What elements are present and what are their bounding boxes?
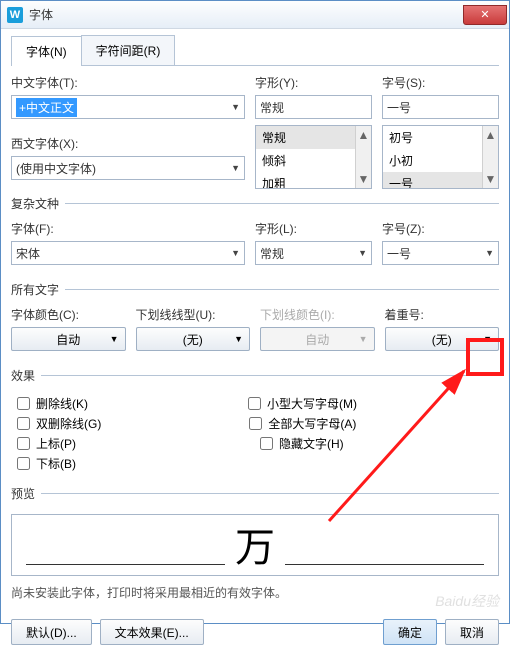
tab-font[interactable]: 字体(N): [11, 36, 82, 66]
font-color-value: 自动: [56, 331, 80, 348]
cf-font-value: 宋体: [16, 245, 40, 262]
watermark: Baidu经验: [435, 591, 499, 611]
cancel-button[interactable]: 取消: [445, 619, 499, 645]
tab-strip: 字体(N) 字符间距(R): [11, 35, 499, 66]
scrollbar[interactable]: ▲▼: [482, 126, 498, 188]
font-color-combo[interactable]: 自动 ▼: [11, 327, 126, 351]
size-listbox[interactable]: 初号 小初 一号 ▲▼: [382, 125, 499, 189]
preview-legend: 预览: [11, 485, 41, 502]
cf-font-select[interactable]: 宋体 ▼: [11, 241, 245, 265]
close-button[interactable]: ✕: [463, 5, 507, 25]
ulcolor-combo: 自动 ▼: [260, 327, 375, 351]
ok-button[interactable]: 确定: [383, 619, 437, 645]
cf-style-select[interactable]: 常规 ▼: [255, 241, 372, 265]
cf-size-label: 字号(Z):: [382, 220, 499, 237]
list-item[interactable]: 倾斜: [256, 149, 371, 172]
textfx-button[interactable]: 文本效果(E)...: [100, 619, 204, 645]
chevron-down-icon: ▼: [483, 334, 492, 344]
dialog-body: 字体(N) 字符间距(R) 中文字体(T): +中文正文 ▼ 字形(Y): 常规…: [1, 29, 509, 655]
list-item[interactable]: 小初: [383, 149, 498, 172]
check-dstrike[interactable]: 双删除线(G): [17, 415, 101, 432]
preview-box: 万: [11, 514, 499, 576]
west-font-value: (使用中文字体): [16, 160, 96, 177]
list-item[interactable]: 加粗: [256, 172, 371, 189]
dialog-footer: 默认(D)... 文本效果(E)... 确定 取消: [11, 619, 499, 645]
tab-spacing[interactable]: 字符间距(R): [81, 35, 176, 65]
titlebar: W 字体 ✕: [1, 1, 509, 29]
preview-char: 万: [235, 515, 275, 573]
alltext-legend: 所有文字: [11, 281, 65, 298]
chevron-down-icon: ▼: [358, 248, 367, 258]
underline-value: (无): [183, 331, 203, 348]
chevron-down-icon: ▼: [231, 102, 240, 112]
chevron-down-icon: ▼: [485, 248, 494, 258]
check-sup[interactable]: 上标(P): [17, 435, 76, 452]
list-item[interactable]: 一号: [383, 172, 498, 189]
install-note: 尚未安装此字体，打印时将采用最相近的有效字体。: [11, 584, 499, 601]
cn-font-select[interactable]: +中文正文 ▼: [11, 95, 245, 119]
underline-combo[interactable]: (无) ▼: [136, 327, 251, 351]
effects-group: 效果 删除线(K) 小型大写字母(M) 双删除线(G) 全部大写字母(A) 上标…: [11, 367, 499, 479]
cf-style-value: 常规: [260, 245, 284, 262]
default-button[interactable]: 默认(D)...: [11, 619, 92, 645]
ulcolor-value: 自动: [305, 331, 329, 348]
check-sub[interactable]: 下标(B): [17, 455, 76, 472]
cn-font-value: +中文正文: [16, 98, 77, 117]
cf-font-label: 字体(F):: [11, 220, 245, 237]
cf-size-select[interactable]: 一号 ▼: [382, 241, 499, 265]
list-item[interactable]: 常规: [256, 126, 371, 149]
size-input[interactable]: 一号: [382, 95, 499, 119]
check-strike[interactable]: 删除线(K): [17, 395, 88, 412]
window-title: 字体: [29, 6, 53, 23]
list-item[interactable]: 初号: [383, 126, 498, 149]
style-input[interactable]: 常规: [255, 95, 372, 119]
cf-size-value: 一号: [387, 245, 411, 262]
scrollbar[interactable]: ▲▼: [355, 126, 371, 188]
chevron-down-icon: ▼: [110, 334, 119, 344]
cf-style-label: 字形(L):: [255, 220, 372, 237]
ulcolor-label: 下划线颜色(I):: [260, 306, 375, 323]
size-label: 字号(S):: [382, 74, 499, 91]
style-label: 字形(Y):: [255, 74, 372, 91]
size-value: 一号: [387, 99, 411, 116]
complex-scripts-group: 复杂文种 字体(F): 宋体 ▼ 字形(L): 常规 ▼: [11, 195, 499, 275]
chevron-down-icon: ▼: [231, 248, 240, 258]
font-dialog: W 字体 ✕ 字体(N) 字符间距(R) 中文字体(T): +中文正文 ▼ 字形…: [0, 0, 510, 624]
style-listbox[interactable]: 常规 倾斜 加粗 ▲▼: [255, 125, 372, 189]
emphasis-value: (无): [432, 331, 452, 348]
check-hidden[interactable]: 隐藏文字(H): [260, 435, 344, 452]
west-font-select[interactable]: (使用中文字体) ▼: [11, 156, 245, 180]
west-font-label: 西文字体(X):: [11, 135, 245, 152]
font-color-label: 字体颜色(C):: [11, 306, 126, 323]
preview-group: 预览 万 尚未安装此字体，打印时将采用最相近的有效字体。: [11, 485, 499, 605]
complex-legend: 复杂文种: [11, 195, 65, 212]
cn-font-label: 中文字体(T):: [11, 74, 245, 91]
emphasis-label: 着重号:: [385, 306, 500, 323]
emphasis-combo[interactable]: (无) ▼: [385, 327, 500, 351]
effects-legend: 效果: [11, 367, 41, 384]
chevron-down-icon: ▼: [234, 334, 243, 344]
check-smallcaps[interactable]: 小型大写字母(M): [248, 395, 357, 412]
app-icon: W: [7, 7, 23, 23]
underline-label: 下划线线型(U):: [136, 306, 251, 323]
all-text-group: 所有文字 字体颜色(C): 自动 ▼ 下划线线型(U): (无) ▼: [11, 281, 499, 361]
style-value: 常规: [260, 99, 284, 116]
chevron-down-icon: ▼: [231, 163, 240, 173]
chevron-down-icon: ▼: [359, 334, 368, 344]
check-allcaps[interactable]: 全部大写字母(A): [249, 415, 356, 432]
